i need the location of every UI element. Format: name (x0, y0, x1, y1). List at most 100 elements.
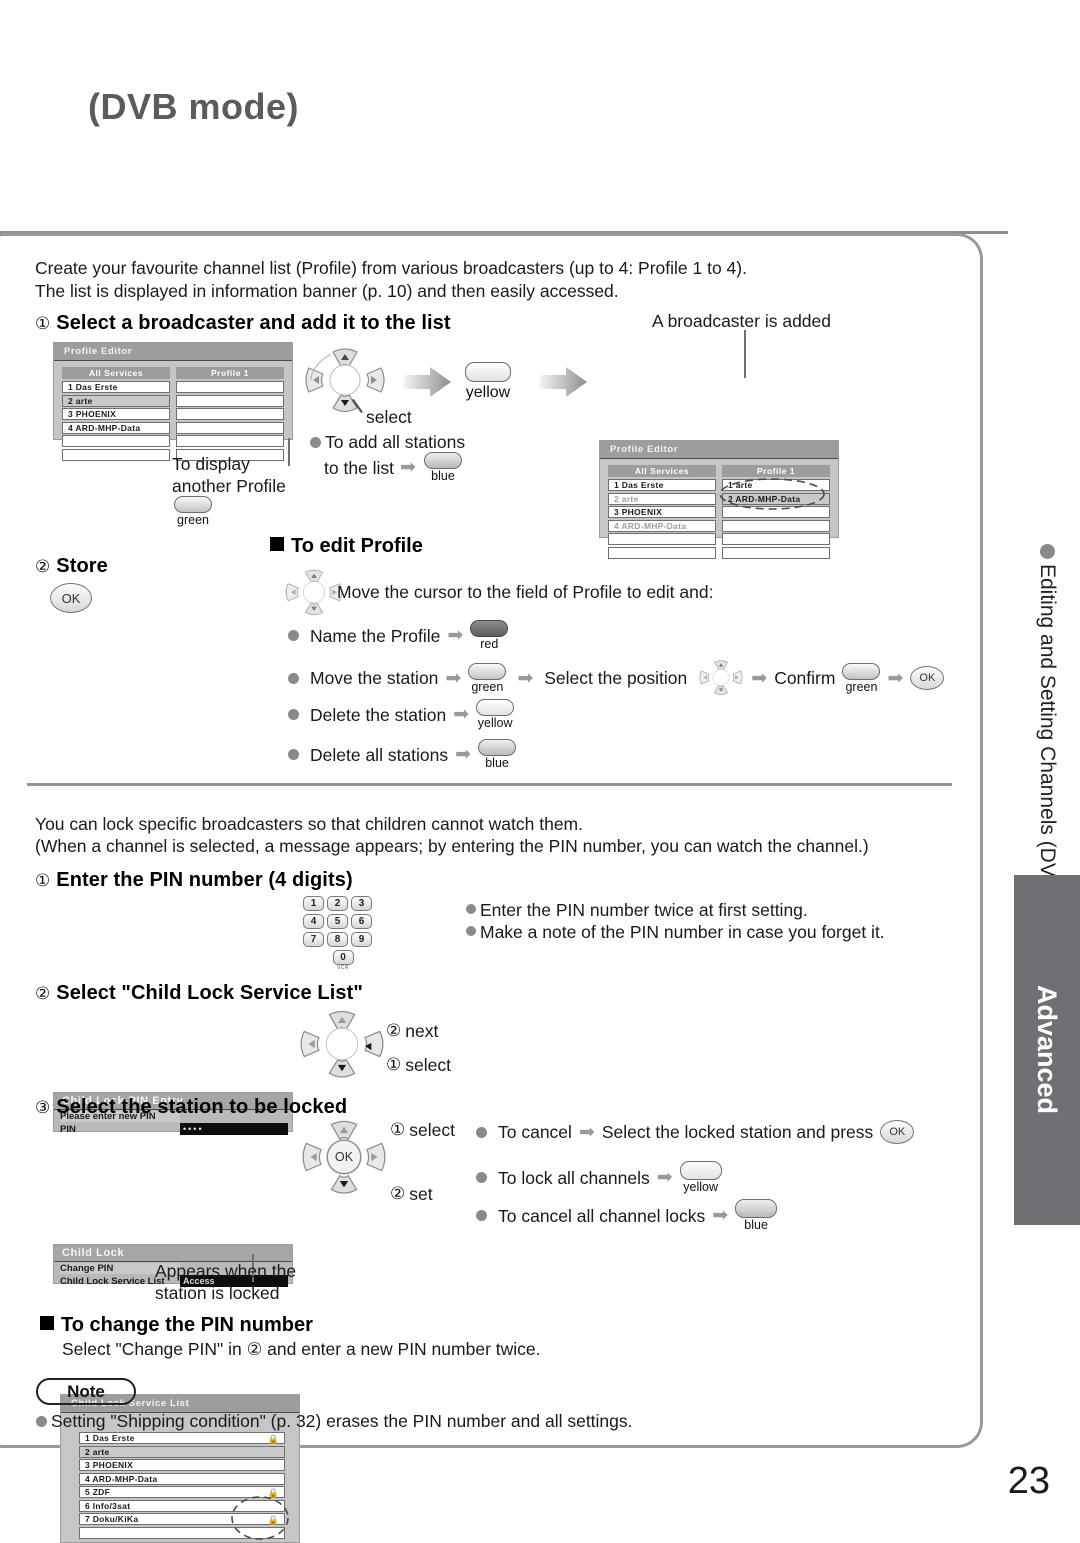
right-arrow-icon: ➡ (578, 1121, 595, 1143)
list-item[interactable] (79, 1526, 285, 1539)
list-item-label: 6 Info/3sat (85, 1500, 131, 1511)
key-1[interactable]: 1 (303, 896, 324, 911)
list-item[interactable]: 3 PHOENIX (608, 506, 716, 518)
profile-list[interactable] (176, 381, 284, 461)
green-button-confirm[interactable]: green (842, 662, 881, 694)
list-item[interactable] (608, 533, 716, 545)
list-item[interactable] (176, 421, 284, 434)
dpad3-select-annotation: ① select (390, 1118, 455, 1142)
yellow-button-1[interactable]: yellow (465, 362, 511, 403)
list-item[interactable] (62, 448, 170, 461)
edit-item-delete-all: Delete all stations ➡ blue (288, 739, 517, 770)
add-all-stations-bullet: To add all stations (310, 430, 465, 454)
dpad-select-position[interactable] (698, 659, 744, 697)
list-item[interactable]: 5 ZDF 🔒 (79, 1486, 285, 1498)
list-item[interactable] (722, 519, 830, 532)
list-item[interactable]: 3 PHOENIX (79, 1459, 285, 1471)
key-2[interactable]: 2 (327, 896, 348, 911)
bullet-dot-icon (288, 709, 299, 720)
bullet-dot-icon (288, 630, 299, 641)
profile-list[interactable]: 1 arte 2 ARD-MHP-Data (722, 479, 830, 559)
pin-note-2: Make a note of the PIN number in case yo… (466, 920, 885, 944)
dpad-service-list-nav[interactable]: OK (300, 1118, 388, 1203)
blue-button-delete-all[interactable]: blue (478, 739, 517, 770)
color-button-swatch[interactable] (468, 662, 507, 680)
add-all-stations-line2: to the list (324, 457, 395, 478)
list-item[interactable]: 2 arte (79, 1445, 285, 1458)
color-button-swatch[interactable] (470, 620, 509, 637)
key-3[interactable]: 3 (351, 896, 372, 911)
color-button-swatch[interactable] (423, 452, 462, 469)
green-button-display-profile[interactable]: green (174, 496, 212, 527)
red-button[interactable]: red (470, 620, 509, 651)
green-button-move-station[interactable]: green (468, 662, 507, 694)
color-button-swatch[interactable] (679, 1161, 722, 1180)
key-6[interactable]: 6 (351, 914, 372, 929)
pin-input[interactable]: •••• (180, 1123, 288, 1135)
color-button-label: yellow (683, 1180, 719, 1194)
color-button-swatch[interactable] (465, 362, 511, 382)
advanced-tab[interactable]: Advanced (1014, 875, 1080, 1225)
list-item[interactable]: 4 ARD-MHP-Data (608, 519, 716, 532)
bullet-dot-icon (36, 1416, 47, 1427)
list-item[interactable] (722, 533, 830, 545)
blue-button-add-all[interactable]: blue (423, 452, 462, 483)
list-item[interactable]: 2 arte (62, 394, 170, 407)
color-button-swatch[interactable] (476, 699, 515, 716)
list-item[interactable]: 2 ARD-MHP-Data (722, 492, 830, 505)
color-button-label: yellow (465, 384, 511, 401)
ok-button-cancel-lock[interactable]: OK (880, 1120, 915, 1144)
color-button-swatch[interactable] (174, 496, 212, 513)
yellow-button-lock-all[interactable]: yellow (679, 1161, 722, 1194)
list-item[interactable] (62, 435, 170, 447)
step-title: Select a broadcaster and add it to the l… (56, 312, 451, 334)
list-item[interactable] (176, 408, 284, 420)
key-0[interactable]: 0 (332, 950, 354, 965)
ok-button-store[interactable]: OK (50, 583, 92, 613)
all-services-list[interactable]: 1 Das Erste 2 arte 3 PHOENIX 4 ARD-MHP-D… (62, 381, 170, 461)
display-other-profile-line1: To display (172, 454, 250, 474)
list-item[interactable]: 1 Das Erste (608, 479, 716, 491)
ok-button-confirm[interactable]: OK (910, 666, 945, 690)
profile-editor-screen-right[interactable]: Profile Editor All Services 1 Das Erste … (599, 440, 839, 559)
list-item[interactable]: 7 Doku/KiKa 🔒 (79, 1513, 285, 1525)
blue-button-cancel-all[interactable]: blue (735, 1199, 778, 1232)
yellow-button-delete-station[interactable]: yellow (476, 699, 515, 730)
list-item[interactable] (176, 435, 284, 447)
list-item[interactable]: 1 Das Erste 🔒 (79, 1432, 285, 1444)
profile-step2-heading: ② Store (35, 555, 108, 578)
list-item[interactable]: 4 ARD-MHP-Data (62, 421, 170, 434)
list-item[interactable]: 1 arte (722, 479, 830, 491)
color-button-swatch[interactable] (735, 1199, 778, 1218)
list-item[interactable]: 3 PHOENIX (62, 408, 170, 420)
dpad-edit-profile[interactable] (284, 568, 344, 623)
profile-editor-screen-left[interactable]: Profile Editor All Services 1 Das Erste … (53, 342, 293, 461)
list-item[interactable]: 1 Das Erste (62, 381, 170, 393)
list-item[interactable]: 2 arte (608, 492, 716, 505)
caption-leader-line (744, 330, 746, 378)
note-bullet: Setting "Shipping condition" (p. 32) era… (36, 1409, 633, 1433)
list-item[interactable] (176, 381, 284, 393)
color-button-swatch[interactable] (842, 662, 881, 680)
select-position-label: Select the position (544, 668, 688, 688)
key-5[interactable]: 5 (327, 914, 348, 929)
key-8[interactable]: 8 (327, 932, 348, 947)
key-4[interactable]: 4 (303, 914, 324, 929)
list-item[interactable] (722, 546, 830, 559)
childlock-step2-heading: ② Select "Child Lock Service List" (35, 982, 363, 1005)
key-9[interactable]: 9 (351, 932, 372, 947)
numeric-keypad[interactable]: 1 2 3 4 5 6 7 8 9 0 VCR (303, 896, 383, 971)
list-item[interactable]: 6 Info/3sat (79, 1499, 285, 1512)
dpad3-set-annotation: ② set (390, 1182, 433, 1206)
all-services-list[interactable]: 1 Das Erste 2 arte 3 PHOENIX 4 ARD-MHP-D… (608, 479, 716, 559)
list-item[interactable] (722, 506, 830, 518)
list-item[interactable] (176, 394, 284, 407)
color-button-swatch[interactable] (478, 739, 517, 756)
key-7[interactable]: 7 (303, 932, 324, 947)
section-divider (27, 783, 952, 786)
childlock-intro-line1: You can lock specific broadcasters so th… (35, 814, 583, 834)
bullet-prefix: To cancel (498, 1122, 572, 1142)
list-item[interactable]: 4 ARD-MHP-Data (79, 1472, 285, 1485)
dpad-child-lock-nav[interactable] (298, 1008, 386, 1087)
list-item[interactable] (608, 546, 716, 559)
